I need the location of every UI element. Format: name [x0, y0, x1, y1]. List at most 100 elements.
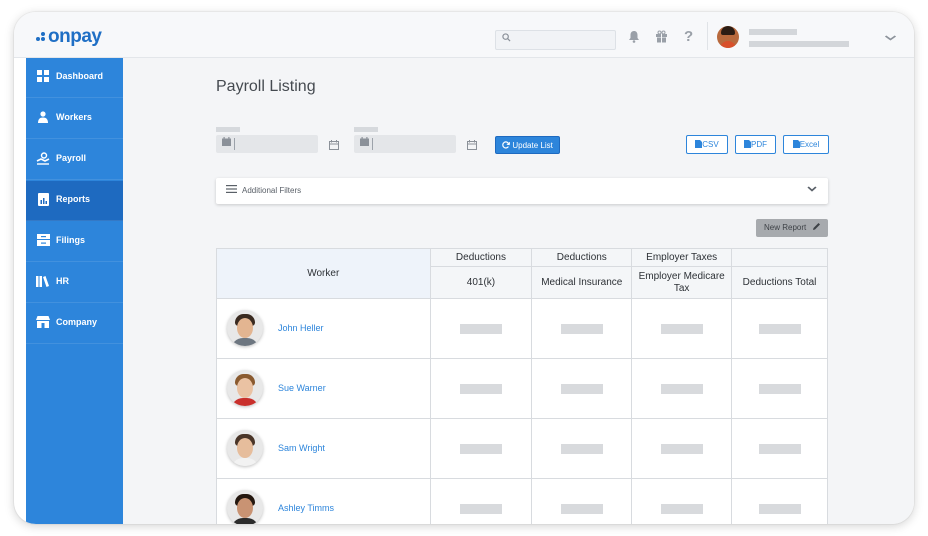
filter-lines-icon [226, 185, 237, 196]
cell-placeholder [631, 418, 733, 479]
logo-dots-icon [36, 31, 46, 42]
column-header-401k[interactable]: 401(k) [429, 266, 533, 299]
worker-name-link[interactable]: John Heller [278, 323, 324, 333]
sidebar-item-dashboard[interactable]: Dashboard [26, 58, 123, 98]
sidebar-item-label: Dashboard [56, 71, 104, 81]
column-header-deductions-total[interactable]: Deductions Total [731, 266, 828, 299]
pdf-export-button[interactable]: PDF [735, 135, 776, 154]
sidebar-item-reports[interactable]: Reports [26, 181, 123, 221]
workers-icon [36, 111, 50, 125]
payroll-icon [36, 152, 50, 166]
cell-placeholder [731, 298, 828, 359]
calendar-icon [360, 137, 369, 149]
worker-cell: Sam Wright [216, 418, 431, 479]
cell-placeholder [731, 358, 828, 419]
table-row: Ashley Timms [216, 478, 828, 524]
table-row: Sam Wright [216, 418, 828, 479]
group-header [731, 248, 828, 267]
worker-cell: Ashley Timms [216, 478, 431, 524]
sidebar-item-label: Payroll [56, 153, 87, 163]
pdf-file-icon [744, 140, 751, 149]
worker-column-header[interactable]: Worker [216, 248, 431, 299]
group-header: Deductions [429, 248, 533, 267]
chevron-down-icon[interactable] [884, 30, 897, 44]
new-report-label: New Report [764, 223, 807, 232]
sidebar: Dashboard Workers Payroll Reports Filing… [26, 58, 123, 524]
search-input[interactable] [495, 30, 616, 50]
cell-placeholder [429, 298, 533, 359]
company-icon [36, 316, 50, 330]
new-report-button[interactable]: New Report [756, 219, 828, 237]
page-title: Payroll Listing [216, 78, 316, 95]
help-icon[interactable]: ? [684, 28, 693, 45]
sidebar-item-hr[interactable]: HR [26, 263, 123, 303]
sidebar-item-label: Company [56, 317, 98, 327]
divider [707, 22, 708, 50]
text-cursor [372, 138, 373, 150]
search-icon [502, 33, 511, 45]
dashboard-icon [36, 70, 50, 84]
sidebar-item-label: Reports [56, 194, 91, 204]
additional-filters-label: Additional Filters [242, 186, 302, 195]
excel-label: Excel [799, 140, 820, 149]
sidebar-item-label: Filings [56, 235, 85, 245]
group-header: Employer Taxes [631, 248, 733, 267]
table-row: John Heller [216, 298, 828, 359]
end-date-input[interactable] [354, 135, 456, 153]
worker-name-link[interactable]: Sam Wright [278, 443, 325, 453]
calendar-picker-icon[interactable] [329, 140, 339, 153]
pencil-icon [812, 223, 821, 232]
worker-name-link[interactable]: Ashley Timms [278, 503, 334, 513]
cell-placeholder [731, 478, 828, 524]
csv-export-button[interactable]: CSV [686, 135, 728, 154]
excel-export-button[interactable]: Excel [783, 135, 829, 154]
worker-name-link[interactable]: Sue Warner [278, 383, 326, 393]
spreadsheet-icon [792, 140, 800, 149]
sidebar-item-payroll[interactable]: Payroll [26, 140, 123, 180]
app-window: onpay ? Dashboard Workers Payroll Report… [14, 12, 914, 524]
cell-placeholder [631, 298, 733, 359]
column-header-medical-insurance[interactable]: Medical Insurance [531, 266, 633, 299]
calendar-picker-icon[interactable] [467, 140, 477, 153]
cell-placeholder [731, 418, 828, 479]
gift-icon[interactable] [655, 30, 668, 46]
cell-placeholder [631, 358, 733, 419]
chevron-down-icon [807, 184, 817, 195]
cell-placeholder [631, 478, 733, 524]
reports-icon [36, 193, 50, 207]
worker-avatar [227, 310, 263, 346]
text-cursor [234, 138, 235, 150]
additional-filters-panel[interactable]: Additional Filters [216, 178, 828, 204]
sidebar-item-company[interactable]: Company [26, 304, 123, 344]
table-row: Sue Warner [216, 358, 828, 419]
worker-avatar [227, 430, 263, 466]
worker-avatar [227, 370, 263, 406]
column-header-employer-medicare-tax[interactable]: Employer Medicare Tax [631, 266, 733, 299]
worker-cell: John Heller [216, 298, 431, 359]
start-date-label-placeholder [216, 127, 240, 132]
cell-placeholder [531, 478, 633, 524]
start-date-input[interactable] [216, 135, 318, 153]
end-date-label-placeholder [354, 127, 378, 132]
user-avatar[interactable] [717, 26, 739, 48]
onpay-logo[interactable]: onpay [36, 26, 102, 48]
bell-icon[interactable] [628, 30, 640, 46]
worker-avatar [227, 490, 263, 524]
csv-label: CSV [702, 140, 719, 149]
sidebar-item-filings[interactable]: Filings [26, 222, 123, 262]
cell-placeholder [531, 298, 633, 359]
sidebar-item-workers[interactable]: Workers [26, 99, 123, 139]
sidebar-item-label: HR [56, 276, 69, 286]
cell-placeholder [429, 418, 533, 479]
update-list-button[interactable]: Update List [495, 136, 560, 154]
cell-placeholder [429, 358, 533, 419]
group-header: Deductions [531, 248, 633, 267]
cell-placeholder [429, 478, 533, 524]
payroll-table: Worker Deductions Deductions Employer Ta… [216, 248, 828, 524]
worker-cell: Sue Warner [216, 358, 431, 419]
user-company-placeholder [749, 41, 849, 47]
user-name-placeholder [749, 29, 797, 35]
main-content: Payroll Listing Update List CSV PDF Exce… [123, 58, 914, 524]
hr-icon [36, 275, 50, 289]
refresh-icon [502, 141, 512, 150]
